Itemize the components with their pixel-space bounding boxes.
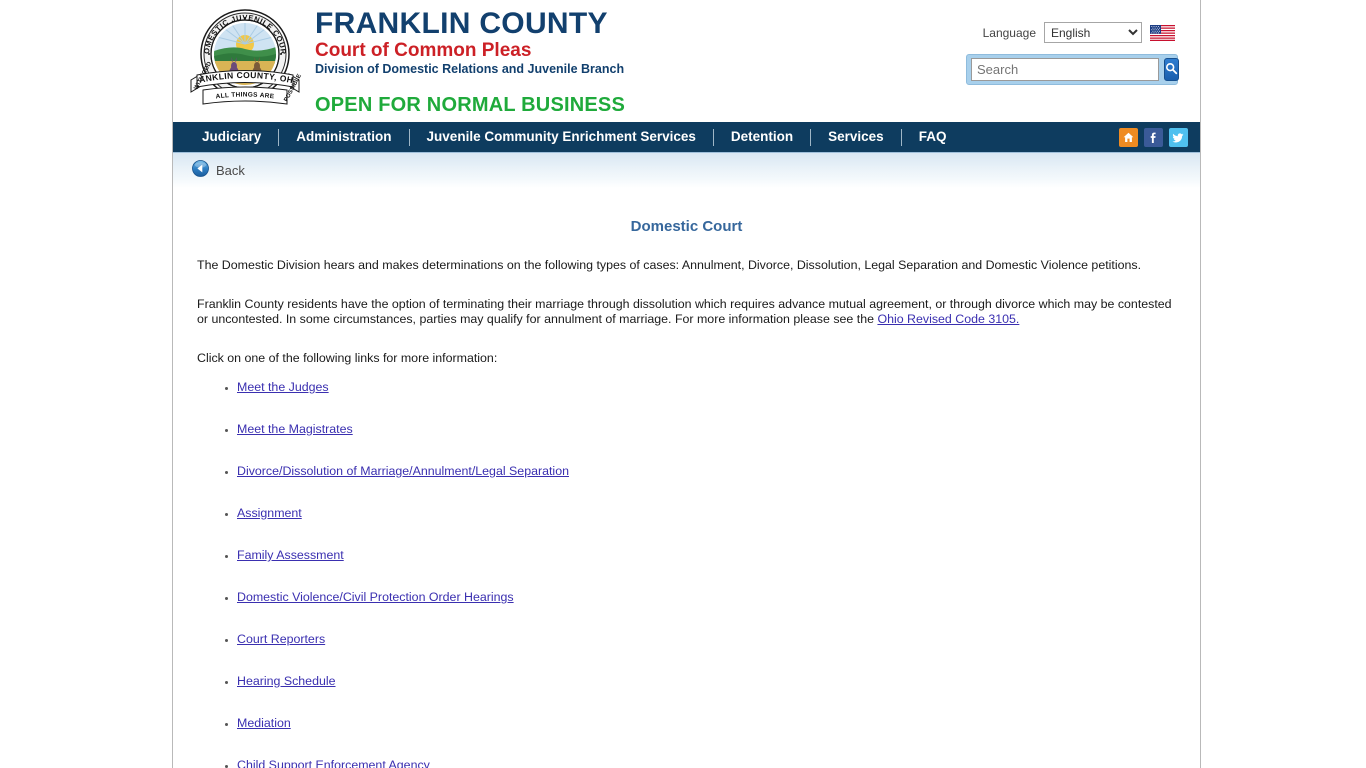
dissolution-paragraph: Franklin County residents have the optio… [197,297,1176,327]
search-input[interactable] [971,58,1159,81]
link-assignment[interactable]: Assignment [237,506,302,520]
nav-item-juvenile-community-enrichment-services[interactable]: Juvenile Community Enrichment Services [410,122,713,152]
list-item: Child Support Enforcement Agency [237,758,1178,768]
back-navigation-bar: Back [173,152,1200,189]
link-meet-the-judges[interactable]: Meet the Judges [237,380,329,394]
list-item: Mediation [237,716,1178,730]
list-item: Court Reporters [237,632,1178,646]
page-title: Domestic Court [630,218,743,235]
link-divorce-dissolution-annulment-legal-separation[interactable]: Divorce/Dissolution of Marriage/Annulmen… [237,464,569,478]
list-item: Meet the Judges [237,380,1178,394]
dissolution-paragraph-text: Franklin County residents have the optio… [197,297,1172,326]
facebook-icon[interactable] [1144,127,1163,147]
language-selector-row: Language English [983,22,1175,43]
brand-court-name: Court of Common Pleas [315,40,532,61]
nav-item-services[interactable]: Services [811,122,901,152]
nav-item-detention[interactable]: Detention [714,122,810,152]
nav-item-faq[interactable]: FAQ [902,122,964,152]
link-hearing-schedule[interactable]: Hearing Schedule [237,674,336,688]
link-child-support-enforcement-agency[interactable]: Child Support Enforcement Agency [237,758,430,768]
back-button-label[interactable]: Back [216,163,245,178]
link-meet-the-magistrates[interactable]: Meet the Magistrates [237,422,353,436]
link-domestic-violence-civil-protection-order-hearings[interactable]: Domestic Violence/Civil Protection Order… [237,590,514,604]
site-branding: FRANKLIN COUNTY Court of Common Pleas Di… [315,8,625,117]
links-instruction-paragraph: Click on one of the following links for … [197,351,498,365]
list-item: Assignment [237,506,1178,520]
ohio-revised-code-link[interactable]: Ohio Revised Code 3105. [877,312,1019,326]
nav-social-icons [1119,122,1188,152]
search-button[interactable] [1164,58,1179,81]
brand-county-name: FRANKLIN COUNTY [315,7,608,40]
main-content: Domestic Court The Domestic Division hea… [173,209,1200,768]
magnifier-icon [1165,62,1178,78]
twitter-icon[interactable] [1169,127,1188,147]
open-for-business-notice: OPEN FOR NORMAL BUSINESS [315,94,626,116]
language-label: Language [982,25,1036,40]
main-navigation: Judiciary Administration Juvenile Commun… [173,122,1200,152]
back-arrow-icon[interactable] [192,159,209,182]
list-item: Domestic Violence/Civil Protection Order… [237,590,1178,604]
resource-links-list: Meet the Judges Meet the Magistrates Div… [195,380,1178,768]
intro-paragraph: The Domestic Division hears and makes de… [197,258,1142,272]
list-item: Family Assessment [237,548,1178,562]
link-mediation[interactable]: Mediation [237,716,291,730]
home-icon[interactable] [1119,127,1138,147]
brand-division-name: Division of Domestic Relations and Juven… [315,62,625,76]
link-family-assessment[interactable]: Family Assessment [237,548,344,562]
site-header: DOMESTIC JUVENILE COURT FRANKLIN COUNTY,… [173,0,1200,122]
nav-item-administration[interactable]: Administration [279,122,408,152]
court-seal-logo: DOMESTIC JUVENILE COURT FRANKLIN COUNTY,… [183,0,303,120]
link-court-reporters[interactable]: Court Reporters [237,632,325,646]
list-item: Hearing Schedule [237,674,1178,688]
site-page-container: DOMESTIC JUVENILE COURT FRANKLIN COUNTY,… [172,0,1201,768]
us-flag-icon [1150,24,1175,41]
language-select[interactable]: English [1044,22,1142,43]
list-item: Divorce/Dissolution of Marriage/Annulmen… [237,464,1178,478]
search-bar [966,54,1179,85]
list-item: Meet the Magistrates [237,422,1178,436]
nav-item-judiciary[interactable]: Judiciary [185,122,278,152]
